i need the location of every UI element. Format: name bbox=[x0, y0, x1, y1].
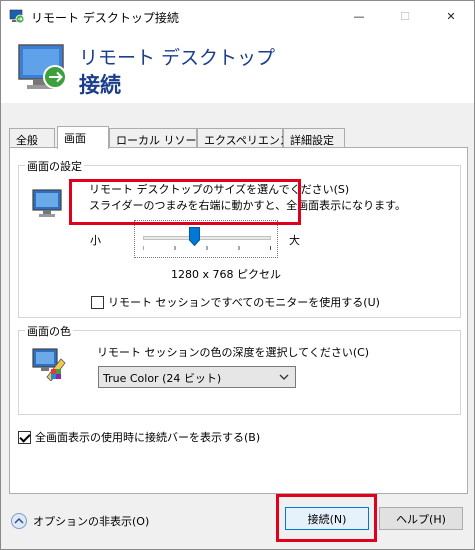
chevron-up-icon bbox=[11, 513, 27, 529]
color-depth-selected: True Color (24 ビット) bbox=[103, 372, 222, 385]
window-title: リモート デスクトップ接続 bbox=[31, 11, 179, 25]
resolution-text: 1280 x 768 ピクセル bbox=[171, 268, 281, 281]
connection-bar-checkbox[interactable] bbox=[18, 430, 31, 444]
hide-options-label: オプションの非表示(O) bbox=[33, 515, 150, 528]
banner-title-line1: リモート デスクトップ bbox=[79, 47, 276, 69]
display-size-desc-line1: リモート デスクトップのサイズを選んでください(S) bbox=[89, 183, 350, 196]
tab-local-resources[interactable]: ローカル リソース bbox=[109, 128, 207, 148]
minimize-icon: — bbox=[353, 9, 365, 23]
chevron-down-icon bbox=[279, 374, 289, 380]
help-button[interactable]: ヘルプ(H) bbox=[379, 507, 463, 530]
display-size-desc-line2: スライダーのつまみを右端に動かすと、全画面表示になります。 bbox=[89, 199, 407, 212]
close-icon: ✕ bbox=[446, 9, 456, 23]
tab-experience[interactable]: エクスペリエンス bbox=[197, 128, 291, 148]
multi-monitor-label: リモート セッションですべてのモニターを使用する(U) bbox=[108, 296, 380, 309]
tab-advanced[interactable]: 詳細設定 bbox=[283, 128, 345, 148]
minimize-button[interactable]: — bbox=[336, 1, 382, 31]
display-size-slider[interactable] bbox=[134, 220, 278, 258]
remote-desktop-window: リモート デスクトップ接続 — ☐ ✕ リモート デスクトップ 接続 全般 画面… bbox=[0, 0, 475, 550]
tab-display[interactable]: 画面 bbox=[57, 126, 109, 149]
colors-group-title: 画面の色 bbox=[25, 323, 73, 339]
multi-monitor-checkbox[interactable] bbox=[91, 295, 104, 309]
tab-general[interactable]: 全般 bbox=[9, 128, 55, 148]
slider-label-small: 小 bbox=[90, 234, 101, 247]
banner: リモート デスクトップ 接続 bbox=[1, 31, 474, 103]
slider-thumb[interactable] bbox=[188, 227, 200, 246]
remote-desktop-icon bbox=[9, 9, 25, 24]
display-size-description: リモート デスクトップのサイズを選んでください(S) スライダーのつまみを右端に… bbox=[89, 182, 406, 214]
remote-desktop-banner-icon bbox=[18, 44, 67, 89]
close-button[interactable]: ✕ bbox=[428, 1, 474, 31]
connection-bar-label: 全画面表示の使用時に接続バーを表示する(B) bbox=[35, 431, 261, 444]
banner-title-line2: 接続 bbox=[79, 73, 121, 97]
slider-label-large: 大 bbox=[289, 234, 300, 247]
title-bar: リモート デスクトップ接続 — ☐ ✕ bbox=[1, 1, 474, 31]
connect-button[interactable]: 接続(N) bbox=[285, 507, 369, 530]
hide-options-button[interactable]: オプションの非表示(O) bbox=[11, 513, 149, 529]
colors-group: 画面の色 リモート セッションの色の深度を選択してください(C) True Co… bbox=[18, 323, 461, 415]
color-depth-description: リモート セッションの色の深度を選択してください(C) bbox=[97, 346, 370, 359]
monitor-icon bbox=[32, 189, 62, 217]
maximize-button[interactable]: ☐ bbox=[382, 1, 428, 31]
display-settings-group: 画面の設定 リモート デスクトップのサイズを選んでください(S) スライダーのつ… bbox=[18, 158, 461, 318]
display-tab-panel: 画面の設定 リモート デスクトップのサイズを選んでください(S) スライダーのつ… bbox=[9, 147, 468, 494]
slider-track bbox=[143, 236, 271, 240]
multi-monitor-option[interactable]: リモート セッションですべてのモニターを使用する(U) bbox=[91, 294, 380, 310]
color-depth-select[interactable]: True Color (24 ビット) bbox=[98, 366, 296, 388]
maximize-icon: ☐ bbox=[400, 9, 410, 23]
slider-ticks bbox=[143, 246, 271, 250]
display-settings-title: 画面の設定 bbox=[25, 158, 84, 174]
connection-bar-option[interactable]: 全画面表示の使用時に接続バーを表示する(B) bbox=[18, 429, 260, 445]
color-depth-icon bbox=[32, 348, 66, 381]
